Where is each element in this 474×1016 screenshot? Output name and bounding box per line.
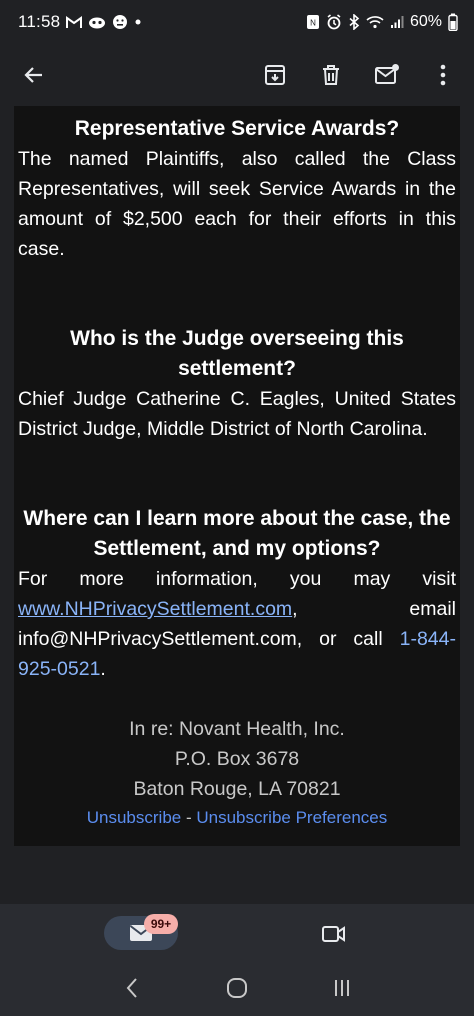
delete-button[interactable] (314, 58, 348, 92)
footer-line-company: In re: Novant Health, Inc. (129, 718, 345, 740)
unsubscribe-preferences-link[interactable]: Unsubscribe Preferences (196, 808, 387, 827)
archive-icon (265, 65, 285, 85)
nav-back-button[interactable] (112, 968, 152, 1008)
section-heading-learn-more: Where can I learn more about the case, t… (23, 507, 451, 560)
footer-separator: - (181, 808, 197, 827)
more-options-button[interactable] (426, 58, 460, 92)
back-arrow-icon (24, 67, 42, 83)
status-time: 11:58 (18, 12, 61, 31)
nav-recents-button[interactable] (322, 968, 362, 1008)
email-content: Representative Service Awards? The named… (18, 114, 456, 832)
footer-line-city: Baton Rouge, LA 70821 (133, 778, 341, 800)
text-after: . (100, 658, 106, 680)
footer-links: Unsubscribe - Unsubscribe Preferences (18, 804, 456, 832)
recents-icon (334, 980, 349, 996)
bluetooth-icon (348, 14, 360, 30)
more-vert-icon (440, 64, 446, 86)
meet-tab[interactable] (318, 918, 350, 950)
section-heading-judge: Who is the Judge overseeing this settlem… (70, 327, 404, 380)
section-text-service-awards: The named Plaintiffs, also called the Cl… (18, 148, 456, 260)
delete-icon (323, 65, 339, 85)
mark-unread-icon (375, 64, 399, 84)
emoji-icon (112, 14, 128, 30)
nav-home-button[interactable] (217, 968, 257, 1008)
app-bar-actions (258, 58, 460, 92)
section-heading-service-awards: Representative Service Awards? (74, 117, 400, 140)
app-bar (0, 44, 474, 106)
status-left: 11:58 (18, 12, 142, 32)
footer-line-pobox: P.O. Box 3678 (174, 748, 300, 770)
dot-icon (134, 18, 142, 26)
bottom-tab-bar: 99+ (0, 904, 474, 960)
email-card: Representative Service Awards? The named… (14, 106, 460, 846)
section-text-judge: Chief Judge Catherine C. Eagles, United … (18, 388, 456, 440)
alarm-icon (326, 14, 342, 30)
archive-button[interactable] (258, 58, 292, 92)
website-link[interactable]: www.NHPrivacySettlement.com (18, 598, 292, 620)
unsubscribe-link[interactable]: Unsubscribe (87, 808, 182, 827)
svg-text:N: N (310, 19, 316, 28)
game-icon (88, 15, 106, 29)
system-navigation-bar (0, 960, 474, 1016)
back-button[interactable] (18, 59, 50, 91)
status-right: N 60% (306, 13, 458, 31)
home-icon (226, 978, 247, 998)
mail-badge: 99+ (144, 914, 178, 934)
signal-icon (390, 15, 404, 29)
screen: 11:58 N 60% Representative Service Award… (0, 0, 474, 1016)
chevron-left-icon (126, 978, 138, 998)
nfc-icon: N (306, 14, 320, 30)
status-bar: 11:58 N 60% (0, 0, 474, 44)
email-footer: In re: Novant Health, Inc. P.O. Box 3678… (18, 714, 456, 832)
battery-percent: 60% (409, 13, 442, 30)
wifi-icon (366, 15, 384, 29)
gmail-icon (66, 15, 83, 29)
video-icon (322, 926, 345, 942)
email-body[interactable]: Representative Service Awards? The named… (0, 106, 474, 904)
text-before-link: For more information, you may visit (18, 568, 456, 590)
section-text-learn-more: For more information, you may visit www.… (18, 564, 456, 684)
mark-unread-button[interactable] (370, 58, 404, 92)
battery-icon (448, 13, 458, 31)
